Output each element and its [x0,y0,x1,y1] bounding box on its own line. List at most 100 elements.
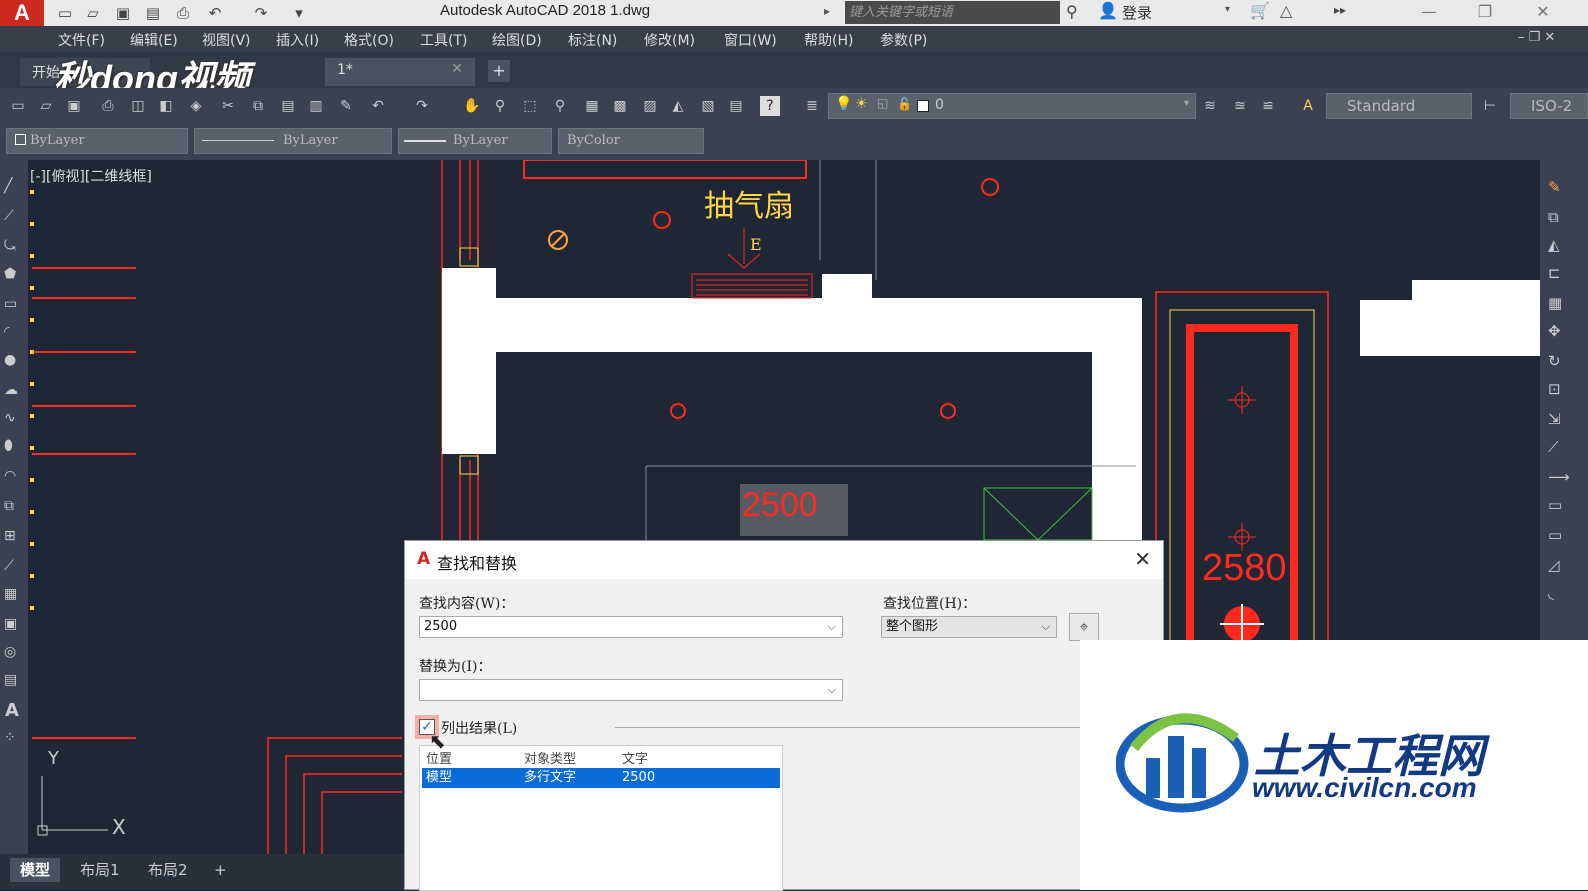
save-as-icon[interactable]: ▤ [142,2,164,24]
array-icon[interactable]: ▦ [1548,294,1562,312]
tb-palettes-icon[interactable]: ▨ [640,96,660,116]
tb-pan-icon[interactable]: ✋ [462,96,482,116]
tb-zoom-icon[interactable]: ⚲ [490,96,510,116]
tb-text-style-icon[interactable]: A [1298,96,1318,116]
tb-new-icon[interactable]: ▭ [8,96,28,116]
tb-layer-previous-icon[interactable]: ≊ [1230,96,1250,116]
select-objects-button[interactable]: ⌖ [1069,613,1099,641]
close-tab-icon[interactable]: ✕ [451,61,463,77]
tb-3d-print-icon[interactable]: ◈ [186,96,206,116]
tb-plot-icon[interactable]: ⎙ [98,96,118,116]
tb-calculator-icon[interactable]: ▤ [726,96,746,116]
chamfer-icon[interactable]: ◿ [1548,556,1560,574]
gradient-icon[interactable]: ▣ [4,616,17,632]
replace-with-combo[interactable]: ⌵ [419,679,843,701]
text-style-dropdown[interactable]: Standard [1326,93,1472,119]
viewport-controls[interactable]: [-][俯视][二维线框] [30,166,152,186]
menu-parameters[interactable]: 参数(P) [880,30,927,50]
revcloud-icon[interactable]: ☁ [4,382,18,398]
tb-properties-icon[interactable]: ▦ [582,96,602,116]
stretch-icon[interactable]: ⇲ [1548,410,1561,428]
close-window-button[interactable]: ✕ [1520,0,1566,26]
insert-block-icon[interactable]: ⧉ [4,498,14,514]
ellipse-arc-icon[interactable]: ◠ [4,468,16,484]
linetype-dropdown[interactable]: ByLayer [194,128,392,154]
results-list[interactable]: 位置 对象类型 文字 模型 多行文字 2500 [419,745,783,891]
join-icon[interactable]: ▭ [1548,526,1562,544]
tab-drawing[interactable]: 1* ✕ [325,58,475,86]
login-button[interactable]: 登录 [1122,2,1152,23]
tab-model[interactable]: 模型 [10,858,61,882]
tab-layout2[interactable]: 布局2 [138,858,198,882]
more-icon[interactable]: ▸▸ [1334,3,1346,17]
menu-edit[interactable]: 编辑(E) [130,30,178,50]
construction-line-icon[interactable]: ⟋ [4,208,14,224]
tb-sheet-set-icon[interactable]: ◭ [668,96,688,116]
menu-help[interactable]: 帮助(H) [804,30,853,50]
redo-icon[interactable]: ↷ [250,2,272,24]
save-icon[interactable]: ▣ [112,2,134,24]
open-file-icon[interactable]: ▱ [82,2,104,24]
menu-view[interactable]: 视图(V) [202,30,251,50]
point-icon[interactable]: ⟋ [4,558,14,574]
plotstyle-dropdown[interactable]: ByColor [558,128,704,154]
tb-cut-icon[interactable]: ✂ [218,96,238,116]
arc-icon[interactable]: ◜ [4,324,9,340]
mtext-icon[interactable]: A [5,700,19,721]
menu-file[interactable]: 文件(F) [58,30,105,50]
extend-icon[interactable]: ⟶ [1548,468,1570,486]
restore-button[interactable]: ❐ [1462,0,1508,26]
offset-icon[interactable]: ⊏ [1548,264,1561,282]
menu-dimension[interactable]: 标注(N) [568,30,617,50]
tb-make-current-icon[interactable]: ≋ [1200,96,1220,116]
tb-paste-icon[interactable]: ▤ [278,96,298,116]
chevron-down-icon[interactable]: ⌵ [828,617,836,637]
binoculars-icon[interactable]: ⚲ [1066,2,1078,21]
find-where-select[interactable]: 整个图形 ⌵ [881,616,1057,638]
tb-preview-icon[interactable]: ◫ [128,96,148,116]
customize-qa-icon[interactable]: ▾ [288,2,310,24]
tb-publish-icon[interactable]: ◧ [156,96,176,116]
tb-dim-style-icon[interactable]: ⊢ [1480,96,1500,116]
a360-icon[interactable]: △ [1280,1,1292,20]
polyline-icon[interactable]: ⤿ [4,238,16,254]
region-icon[interactable]: ◎ [4,644,16,660]
copy-icon[interactable]: ⧉ [1548,208,1559,226]
scale-icon[interactable]: ⊡ [1548,380,1561,398]
find-what-combo[interactable]: 2500 ⌵ [419,616,843,638]
user-icon[interactable]: 👤 [1098,1,1118,20]
table-row[interactable]: 模型 多行文字 2500 [422,768,780,788]
line-tool-icon[interactable]: ╱ [4,178,12,194]
col-object-type[interactable]: 对象类型 [524,748,576,767]
tb-brush-icon[interactable]: ✎ [336,96,356,116]
new-tab-button[interactable]: + [488,60,510,82]
menu-window[interactable]: 窗口(W) [724,30,777,50]
tb-match-icon[interactable]: ▥ [306,96,326,116]
tab-layout1[interactable]: 布局1 [70,858,130,882]
dim-style-dropdown[interactable]: ISO-2 [1510,93,1588,119]
rotate-icon[interactable]: ↻ [1548,352,1561,370]
doc-window-controls[interactable]: – ❐ ✕ [1518,30,1555,45]
search-input[interactable]: 键入关键字或短语 [845,1,1060,24]
minimize-button[interactable]: — [1406,0,1452,26]
cart-icon[interactable]: 🛒 [1250,1,1270,20]
tb-help-icon[interactable]: ? [760,96,780,116]
ellipse-icon[interactable]: ⬮ [4,438,13,454]
menu-draw[interactable]: 绘图(D) [492,30,542,50]
spline-icon[interactable]: ∿ [4,410,16,426]
close-icon[interactable]: ✕ [1134,547,1151,571]
add-selected-icon[interactable]: ⁘ [4,730,16,746]
make-block-icon[interactable]: ⊞ [4,528,16,544]
table-icon[interactable]: ▤ [4,672,17,688]
tb-copy-icon[interactable]: ⧉ [248,96,268,116]
print-icon[interactable]: ⎙ [172,2,194,24]
tb-open-icon[interactable]: ▱ [36,96,56,116]
chevron-down-icon[interactable]: ⌵ [1042,617,1050,637]
tb-zoom-prev-icon[interactable]: ⚲ [550,96,570,116]
polygon-icon[interactable]: ⬟ [4,266,16,282]
expand-search-icon[interactable]: ▸ [824,4,830,18]
trim-icon[interactable]: ⟋ [1548,438,1559,456]
tb-save-icon[interactable]: ▣ [64,96,84,116]
add-layout-button[interactable]: + [204,858,237,882]
tb-redo-icon[interactable]: ↷ [412,96,432,116]
